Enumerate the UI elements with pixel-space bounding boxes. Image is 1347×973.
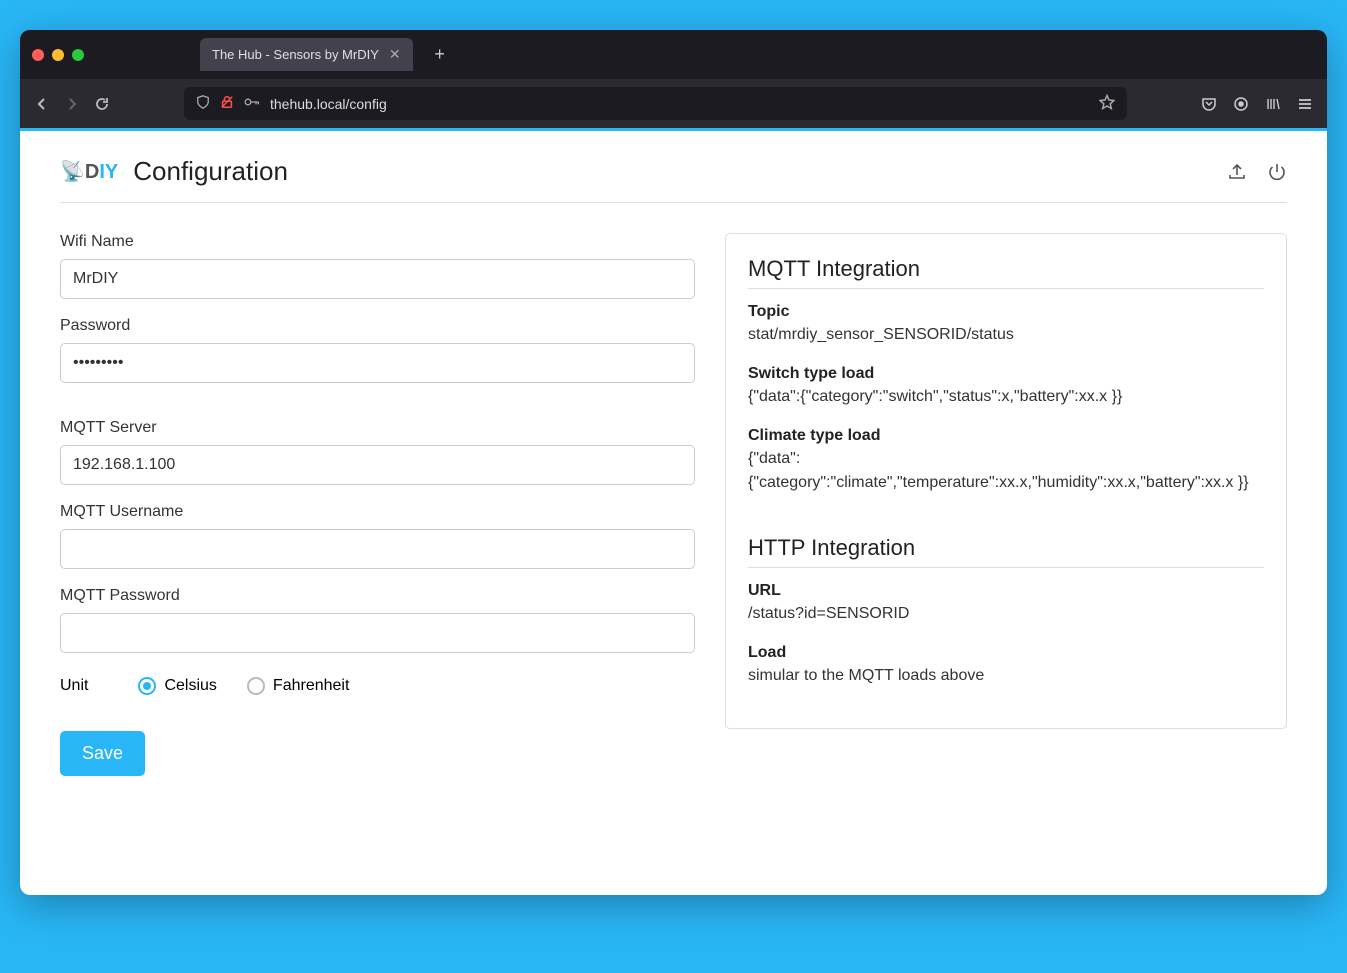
- unit-fahrenheit-radio[interactable]: Fahrenheit: [247, 677, 350, 695]
- url-bar[interactable]: thehub.local/config: [184, 87, 1127, 120]
- climate-load-label: Climate type load: [748, 427, 1264, 445]
- reload-button[interactable]: [94, 96, 110, 112]
- titlebar: The Hub - Sensors by MrDIY ✕ +: [20, 30, 1327, 79]
- page-title: Configuration: [133, 156, 288, 187]
- switch-load-value: {"data":{"category":"switch","status":x,…: [748, 385, 1264, 409]
- mqtt-username-label: MQTT Username: [60, 503, 695, 521]
- unit-label: Unit: [60, 677, 88, 695]
- library-icon[interactable]: [1265, 96, 1281, 112]
- url-text: thehub.local/config: [270, 96, 1089, 112]
- unit-fahrenheit-label: Fahrenheit: [273, 677, 350, 695]
- page-content: 📡DIY Configuration Wifi Name Passwor: [20, 128, 1327, 895]
- close-tab-icon[interactable]: ✕: [389, 46, 401, 63]
- power-icon[interactable]: [1267, 162, 1287, 182]
- load-value: simular to the MQTT loads above: [748, 664, 1264, 688]
- climate-load-value: {"data":{"category":"climate","temperatu…: [748, 447, 1264, 495]
- mqtt-server-input[interactable]: [60, 445, 695, 485]
- topic-label: Topic: [748, 303, 1264, 321]
- pocket-icon[interactable]: [1201, 96, 1217, 112]
- tab-title: The Hub - Sensors by MrDIY: [212, 47, 379, 62]
- config-form: Wifi Name Password MQTT Server MQTT User…: [60, 233, 695, 776]
- close-window-button[interactable]: [32, 49, 44, 61]
- load-label: Load: [748, 644, 1264, 662]
- url-label: URL: [748, 582, 1264, 600]
- http-heading: HTTP Integration: [748, 535, 1264, 568]
- forward-button[interactable]: [64, 96, 80, 112]
- new-tab-button[interactable]: +: [429, 44, 451, 65]
- password-input[interactable]: [60, 343, 695, 383]
- integration-panel: MQTT Integration Topic stat/mrdiy_sensor…: [725, 233, 1287, 729]
- menu-icon[interactable]: [1297, 96, 1313, 112]
- unit-celsius-radio[interactable]: Celsius: [138, 677, 216, 695]
- minimize-window-button[interactable]: [52, 49, 64, 61]
- password-label: Password: [60, 317, 695, 335]
- window-controls: [32, 49, 84, 61]
- maximize-window-button[interactable]: [72, 49, 84, 61]
- logo: 📡DIY: [60, 159, 118, 184]
- browser-toolbar: thehub.local/config: [20, 79, 1327, 128]
- save-button[interactable]: Save: [60, 731, 145, 776]
- mqtt-password-input[interactable]: [60, 613, 695, 653]
- mqtt-server-label: MQTT Server: [60, 419, 695, 437]
- key-icon: [244, 95, 260, 112]
- mqtt-password-label: MQTT Password: [60, 587, 695, 605]
- browser-tab[interactable]: The Hub - Sensors by MrDIY ✕: [200, 38, 413, 71]
- upload-icon[interactable]: [1227, 162, 1247, 182]
- page-header: 📡DIY Configuration: [60, 156, 1287, 203]
- unit-celsius-label: Celsius: [164, 677, 216, 695]
- wifi-name-input[interactable]: [60, 259, 695, 299]
- radio-checked-icon: [138, 677, 156, 695]
- shield-icon: [196, 95, 210, 112]
- mqtt-heading: MQTT Integration: [748, 256, 1264, 289]
- bookmark-icon[interactable]: [1099, 94, 1115, 113]
- radio-unchecked-icon: [247, 677, 265, 695]
- back-button[interactable]: [34, 96, 50, 112]
- wifi-name-label: Wifi Name: [60, 233, 695, 251]
- lock-insecure-icon: [220, 95, 234, 112]
- topic-value: stat/mrdiy_sensor_SENSORID/status: [748, 323, 1264, 347]
- browser-window: The Hub - Sensors by MrDIY ✕ + thehub.lo…: [20, 30, 1327, 895]
- mqtt-username-input[interactable]: [60, 529, 695, 569]
- switch-load-label: Switch type load: [748, 365, 1264, 383]
- extension-icon[interactable]: [1233, 96, 1249, 112]
- url-value: /status?id=SENSORID: [748, 602, 1264, 626]
